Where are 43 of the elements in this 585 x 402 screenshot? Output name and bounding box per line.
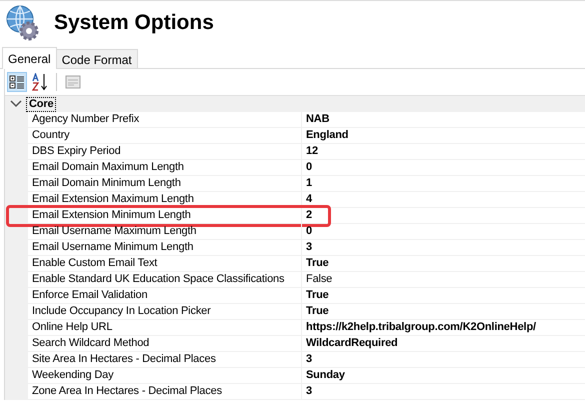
categorized-view-button[interactable] xyxy=(7,72,27,92)
property-value[interactable]: False xyxy=(302,272,585,288)
property-name[interactable]: Online Help URL xyxy=(28,320,302,336)
property-name[interactable]: Zone Area In Hectares - Decimal Places xyxy=(28,384,302,400)
property-name[interactable]: Search Wildcard Method xyxy=(28,336,302,352)
property-value[interactable]: 3 xyxy=(302,384,585,400)
property-name[interactable]: Email Domain Minimum Length xyxy=(28,176,302,192)
property-name[interactable]: Email Extension Minimum Length xyxy=(28,208,302,224)
property-value[interactable]: 3 xyxy=(302,352,585,368)
property-value[interactable]: Sunday xyxy=(302,368,585,384)
window-title: System Options xyxy=(54,11,214,35)
property-value[interactable]: 0 xyxy=(302,160,585,176)
property-value[interactable]: 2 xyxy=(302,208,585,224)
property-value[interactable]: 12 xyxy=(302,144,585,160)
property-name[interactable]: Site Area In Hectares - Decimal Places xyxy=(28,352,302,368)
tab[interactable]: Code Format xyxy=(56,49,138,68)
category-label[interactable]: Core xyxy=(26,96,56,112)
property-name[interactable]: Email Extension Maximum Length xyxy=(28,192,302,208)
property-value[interactable]: https://k2help.tribalgroup.com/K2OnlineHelp/ xyxy=(302,320,585,336)
sort-alphabetical-button[interactable] xyxy=(30,72,50,92)
property-value[interactable]: 3 xyxy=(302,240,585,256)
property-name[interactable]: DBS Expiry Period xyxy=(28,144,302,160)
property-name[interactable]: Enforce Email Validation xyxy=(28,288,302,304)
property-name[interactable]: Enable Custom Email Text xyxy=(28,256,302,272)
property-name[interactable]: Weekending Day xyxy=(28,368,302,384)
property-name[interactable]: Enable Standard UK Education Space Classifications xyxy=(28,272,302,288)
collapse-caret-icon[interactable] xyxy=(8,98,24,110)
tab[interactable]: General xyxy=(2,47,57,69)
property-name[interactable]: Email Domain Maximum Length xyxy=(28,160,302,176)
property-value[interactable]: True xyxy=(302,288,585,304)
property-value[interactable]: WildcardRequired xyxy=(302,336,585,352)
property-value[interactable]: NAB xyxy=(302,112,585,128)
property-name[interactable]: Email Username Maximum Length xyxy=(28,224,302,240)
property-value[interactable]: 1 xyxy=(302,176,585,192)
property-value[interactable]: 0 xyxy=(302,224,585,240)
property-name[interactable]: Agency Number Prefix xyxy=(28,112,302,128)
property-value[interactable]: 4 xyxy=(302,192,585,208)
property-name[interactable]: Include Occupancy In Location Picker xyxy=(28,304,302,320)
property-value[interactable]: England xyxy=(302,128,585,144)
property-name[interactable]: Country xyxy=(28,128,302,144)
property-name[interactable]: Email Username Minimum Length xyxy=(28,240,302,256)
property-value[interactable]: True xyxy=(302,304,585,320)
property-value[interactable]: True xyxy=(302,256,585,272)
